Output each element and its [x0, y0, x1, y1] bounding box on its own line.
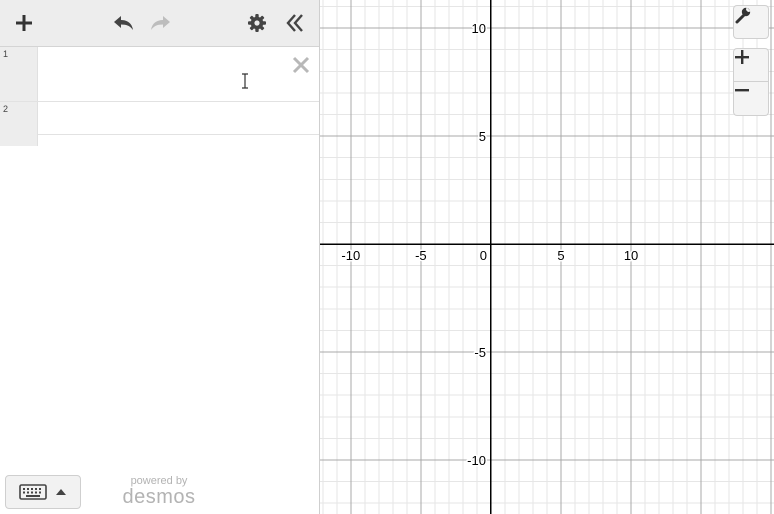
expression-list-panel: 1 2 powered by desmos [0, 0, 320, 514]
expression-input[interactable] [38, 102, 319, 134]
close-icon [292, 56, 310, 74]
collapse-list-button[interactable] [281, 9, 309, 37]
add-item-button[interactable] [10, 9, 38, 37]
desmos-brand-text: desmos [122, 486, 196, 508]
x-tick-label: 5 [557, 248, 564, 263]
minus-icon [735, 89, 749, 92]
gear-icon [248, 14, 266, 32]
redo-icon [151, 16, 170, 30]
graph-settings-button[interactable] [733, 5, 769, 39]
settings-button[interactable] [243, 9, 271, 37]
plus-icon [735, 50, 749, 64]
expression-toolbar [0, 0, 319, 47]
x-tick-label: -5 [415, 248, 427, 263]
x-tick-label: -10 [341, 248, 360, 263]
expression-number: 2 [3, 104, 9, 114]
graph-paper[interactable]: -10 -5 0 5 10 10 5 -5 -10 [320, 0, 774, 514]
y-tick-label: -10 [467, 453, 486, 468]
keypad-toggle-button[interactable] [5, 475, 81, 509]
undo-icon [114, 16, 133, 30]
expression-number: 1 [3, 49, 9, 59]
delete-expression-button[interactable] [290, 54, 312, 76]
caret-up-icon [56, 489, 66, 495]
y-tick-label: 10 [471, 21, 485, 36]
zoom-in-button[interactable] [733, 48, 769, 82]
graph-canvas[interactable]: -10 -5 0 5 10 10 5 -5 -10 [320, 0, 774, 514]
powered-by-desmos-logo[interactable]: powered by desmos [118, 475, 200, 507]
double-chevron-left-icon [286, 14, 303, 32]
y-tick-label: -5 [474, 345, 486, 360]
undo-button[interactable] [109, 9, 137, 37]
text-cursor-icon [242, 73, 248, 89]
expression-index-tab [0, 134, 38, 146]
expression-input[interactable] [38, 47, 319, 101]
x-tick-label: 0 [480, 248, 487, 263]
x-tick-label: 10 [624, 248, 638, 263]
wrench-icon [735, 7, 751, 24]
expression-row[interactable]: 1 [0, 47, 319, 102]
expression-index-tab: 1 [0, 47, 38, 101]
zoom-out-button[interactable] [733, 82, 769, 116]
keyboard-icon [19, 484, 47, 500]
expression-row[interactable]: 2 [0, 102, 319, 146]
redo-button[interactable] [147, 9, 175, 37]
y-tick-label: 5 [479, 129, 486, 144]
plus-icon [16, 15, 32, 31]
